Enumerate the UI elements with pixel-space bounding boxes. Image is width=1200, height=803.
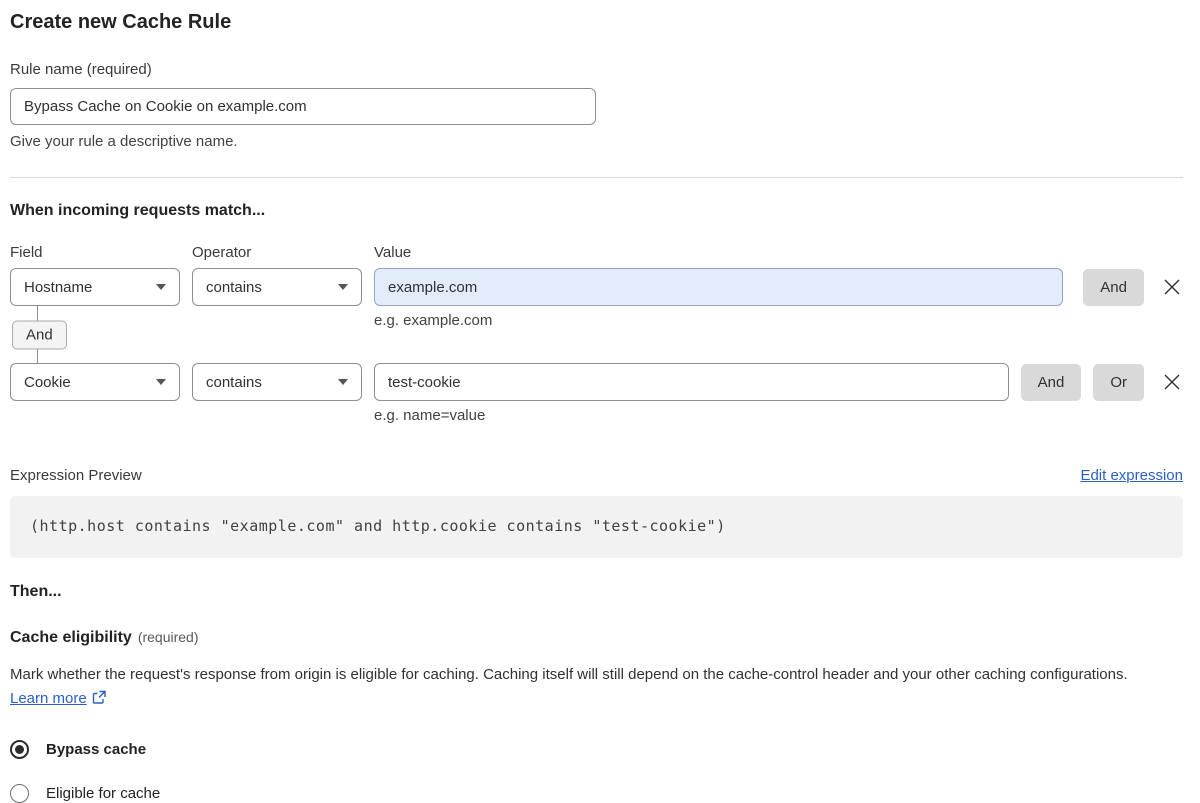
required-note: (required)	[137, 629, 199, 645]
radio-unselected-icon	[10, 784, 29, 803]
chevron-down-icon	[156, 379, 166, 385]
create-cache-rule-form: Create new Cache Rule Rule name (require…	[0, 0, 1200, 803]
operator-select-row1-value: contains	[206, 278, 262, 296]
and-button-row2[interactable]: And	[1020, 364, 1082, 401]
value-hint-row2: e.g. name=value	[374, 407, 486, 424]
radio-option-bypass-cache[interactable]: Bypass cache	[10, 740, 1183, 759]
condition-column-headers: Field Operator Value	[10, 244, 1183, 261]
cache-eligibility-description: Mark whether the request's response from…	[10, 663, 1160, 713]
radio-option-eligible-for-cache[interactable]: Eligible for cache	[10, 784, 1183, 803]
or-button-row2[interactable]: Or	[1093, 364, 1144, 401]
external-link-icon	[92, 689, 107, 713]
value-column-label: Value	[374, 244, 412, 261]
expression-code: (http.host contains "example.com" and ht…	[30, 517, 726, 535]
remove-condition-row2-button[interactable]	[1161, 371, 1183, 393]
field-select-row1[interactable]: Hostname	[10, 268, 180, 306]
rule-name-helper: Give your rule a descriptive name.	[10, 133, 238, 150]
close-icon	[1164, 374, 1180, 390]
expression-preview-header: Expression Preview Edit expression	[10, 467, 1183, 484]
and-button-row1[interactable]: And	[1083, 269, 1144, 306]
field-select-row2-value: Cookie	[24, 373, 71, 391]
radio-label-bypass-cache: Bypass cache	[46, 741, 147, 758]
value-column-row2	[374, 363, 1009, 401]
description-text: Mark whether the request's response from…	[10, 666, 1128, 683]
cache-eligibility-heading: Cache eligibility (required)	[10, 629, 1183, 647]
expression-code-block: (http.host contains "example.com" and ht…	[10, 496, 1183, 558]
operator-select-row2-value: contains	[206, 373, 262, 391]
close-icon	[1164, 279, 1180, 295]
rule-name-label: Rule name (required)	[10, 61, 152, 78]
then-heading: Then...	[10, 583, 62, 600]
operator-column-label: Operator	[192, 244, 252, 261]
chevron-down-icon	[338, 379, 348, 385]
value-input-row2[interactable]	[374, 363, 1009, 401]
condition-connector-area: And e.g. example.com	[10, 306, 1183, 363]
rule-name-input[interactable]	[10, 88, 596, 125]
and-connector-chip[interactable]: And	[12, 320, 67, 349]
field-column-label: Field	[10, 244, 43, 261]
condition-row-2: Cookie contains And Or	[10, 363, 1183, 401]
learn-more-link[interactable]: Learn more	[10, 690, 87, 707]
radio-selected-icon	[10, 740, 29, 759]
remove-condition-row1-button[interactable]	[1161, 276, 1183, 298]
condition-row-1: Hostname contains And	[10, 268, 1183, 306]
operator-select-row2[interactable]: contains	[192, 363, 362, 401]
value-input-row1[interactable]	[374, 268, 1064, 306]
radio-label-eligible-for-cache: Eligible for cache	[46, 785, 161, 802]
field-select-row2[interactable]: Cookie	[10, 363, 180, 401]
chevron-down-icon	[338, 284, 348, 290]
expression-preview-label: Expression Preview	[10, 467, 142, 484]
operator-select-row1[interactable]: contains	[192, 268, 362, 306]
cache-eligibility-title: Cache eligibility	[10, 629, 132, 646]
section-divider	[10, 177, 1183, 178]
value-column-row1	[374, 268, 1064, 306]
value-hint-row1: e.g. example.com	[374, 312, 493, 329]
edit-expression-link[interactable]: Edit expression	[1080, 467, 1183, 484]
field-select-row1-value: Hostname	[24, 278, 93, 296]
page-title: Create new Cache Rule	[10, 11, 232, 33]
match-section-heading: When incoming requests match...	[10, 202, 266, 219]
chevron-down-icon	[156, 284, 166, 290]
